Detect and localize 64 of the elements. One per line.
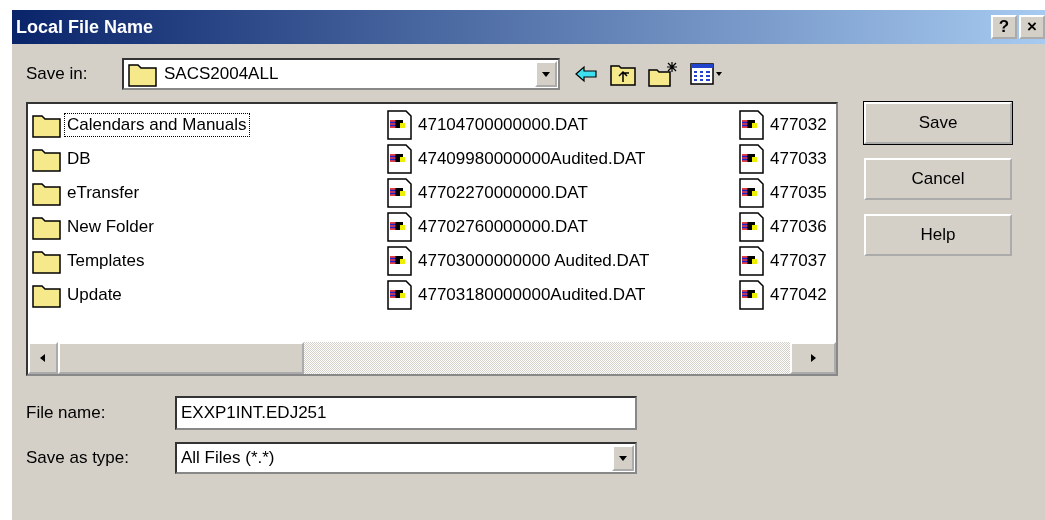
- file-item[interactable]: 477042: [767, 283, 830, 307]
- up-folder-icon[interactable]: [610, 62, 636, 86]
- folder-icon: [32, 282, 62, 308]
- file-item[interactable]: 477035: [767, 181, 830, 205]
- dropdown-arrow-icon: [541, 69, 551, 79]
- folder-icon: [32, 146, 62, 172]
- left-arrow-icon: [38, 353, 48, 363]
- horizontal-scrollbar[interactable]: [28, 342, 836, 374]
- file-item[interactable]: 47703180000000Audited.DAT: [415, 283, 649, 307]
- dropdown-arrow-icon: [618, 453, 628, 463]
- folder-icon: [32, 214, 62, 240]
- help-button[interactable]: ?: [991, 15, 1017, 39]
- folder-item[interactable]: Calendars and Manuals: [64, 113, 250, 137]
- file-icon: [739, 144, 765, 174]
- help-button[interactable]: Help: [864, 214, 1012, 256]
- file-icon: [387, 110, 413, 140]
- save-in-dropdown[interactable]: SACS2004ALL: [122, 58, 560, 90]
- file-item[interactable]: 47703000000000 Audited.DAT: [415, 249, 653, 273]
- file-item[interactable]: 477036: [767, 215, 830, 239]
- file-item[interactable]: 47702270000000.DAT: [415, 181, 591, 205]
- cancel-button[interactable]: Cancel: [864, 158, 1012, 200]
- folder-icon: [32, 180, 62, 206]
- save-as-type-dropdown[interactable]: All Files (*.*): [175, 442, 637, 474]
- view-menu-icon[interactable]: [690, 63, 722, 85]
- folder-path: SACS2004ALL: [164, 64, 279, 84]
- file-icon: [387, 246, 413, 276]
- file-name-label: File name:: [26, 403, 107, 423]
- file-icon: [387, 212, 413, 242]
- folder-item[interactable]: Templates: [64, 249, 148, 273]
- folder-item[interactable]: eTransfer: [64, 181, 143, 205]
- file-item[interactable]: 47409980000000Audited.DAT: [415, 147, 649, 171]
- folder-icon: [128, 61, 158, 87]
- scrollbar-thumb[interactable]: [58, 342, 304, 374]
- file-icon: [739, 280, 765, 310]
- file-item[interactable]: 47702760000000.DAT: [415, 215, 591, 239]
- file-icon: [739, 178, 765, 208]
- folder-icon: [32, 248, 62, 274]
- folder-item[interactable]: New Folder: [64, 215, 157, 239]
- file-item[interactable]: 477032: [767, 113, 830, 137]
- folder-item[interactable]: DB: [64, 147, 94, 171]
- file-item[interactable]: 47104700000000.DAT: [415, 113, 591, 137]
- save-button[interactable]: Save: [864, 102, 1012, 144]
- back-arrow-icon[interactable]: [574, 65, 598, 83]
- file-icon: [739, 212, 765, 242]
- save-as-type-label: Save as type:: [26, 448, 130, 468]
- dropdown-button[interactable]: [535, 61, 557, 87]
- right-arrow-icon: [808, 353, 818, 363]
- file-item[interactable]: 477037: [767, 249, 830, 273]
- folder-item[interactable]: Update: [64, 283, 125, 307]
- file-type-value: All Files (*.*): [181, 448, 275, 468]
- new-folder-icon[interactable]: [648, 61, 678, 87]
- file-icon: [739, 110, 765, 140]
- close-button[interactable]: ×: [1019, 15, 1045, 39]
- file-item[interactable]: 477033: [767, 147, 830, 171]
- file-name-field[interactable]: EXXP1INT.EDJ251: [175, 396, 637, 430]
- save-in-label: Save in:: [26, 64, 89, 84]
- folder-icon: [32, 112, 62, 138]
- window-title: Local File Name: [16, 16, 154, 38]
- file-icon: [387, 144, 413, 174]
- dropdown-button[interactable]: [612, 445, 634, 471]
- file-icon: [387, 280, 413, 310]
- file-icon: [387, 178, 413, 208]
- file-icon: [739, 246, 765, 276]
- scroll-left-button[interactable]: [28, 342, 58, 374]
